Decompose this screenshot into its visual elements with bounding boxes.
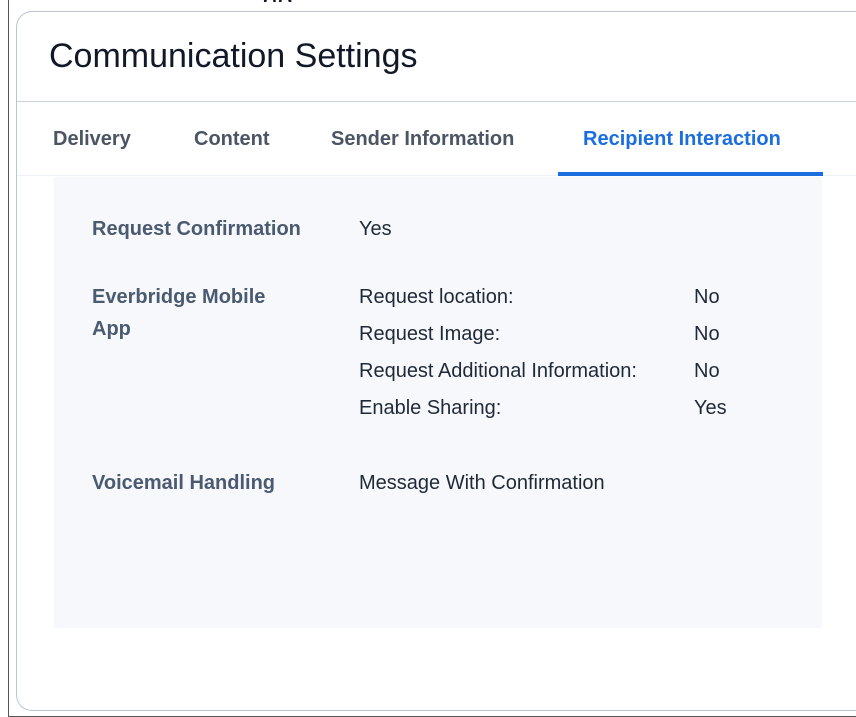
request-confirmation-label: Request Confirmation [92, 218, 301, 240]
voicemail-handling-label: Voicemail Handling [92, 472, 275, 494]
mobile-app-label-line1: Everbridge Mobile [92, 286, 266, 308]
card-header: Communication Settings [17, 12, 856, 102]
active-tab-indicator [558, 172, 823, 176]
request-image-label: Request Image: [359, 323, 501, 345]
tab-recipient-interaction[interactable]: Recipient Interaction [583, 102, 781, 176]
background-title-fragment: ng [262, 0, 293, 2]
tab-delivery[interactable]: Delivery [53, 102, 131, 176]
request-additional-info-label: Request Additional Information: [359, 360, 637, 382]
window-frame-left [8, 0, 9, 717]
page-title: Communication Settings [49, 37, 418, 75]
enable-sharing-label: Enable Sharing: [359, 397, 502, 419]
request-confirmation-value: Yes [359, 218, 392, 240]
request-location-value: No [694, 286, 720, 308]
tab-content[interactable]: Content [194, 102, 270, 176]
voicemail-handling-value: Message With Confirmation [359, 472, 605, 494]
tab-bar: Delivery Content Sender Information Reci… [17, 102, 856, 176]
enable-sharing-value: Yes [694, 397, 727, 419]
request-additional-info-value: No [694, 360, 720, 382]
communication-settings-card: Communication Settings Delivery Content … [16, 11, 856, 711]
recipient-interaction-panel: Request Confirmation Yes Everbridge Mobi… [54, 177, 822, 628]
request-location-label: Request location: [359, 286, 514, 308]
mobile-app-label-line2: App [92, 318, 131, 340]
tab-sender-information[interactable]: Sender Information [331, 102, 514, 176]
request-image-value: No [694, 323, 720, 345]
